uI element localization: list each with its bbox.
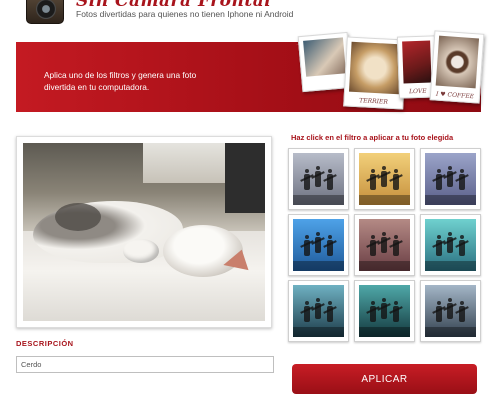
jumping-person-figure <box>458 301 465 323</box>
cat-body <box>33 201 183 263</box>
polaroid-photo: I ♥ COFFEE <box>429 30 485 104</box>
jumping-person-figure <box>392 235 399 257</box>
filter-thumbnail[interactable] <box>420 214 481 276</box>
photo-shelf <box>225 143 265 213</box>
jumping-person-figure <box>315 232 322 254</box>
jumping-person-figure <box>381 298 388 320</box>
jumping-person-figure <box>447 166 454 188</box>
jumping-person-figure <box>304 235 311 257</box>
jumping-person-figure <box>315 298 322 320</box>
jumping-person-figure <box>436 235 443 257</box>
jumping-person-figure <box>315 166 322 188</box>
jumping-person-figure <box>458 235 465 257</box>
jumping-person-figure <box>326 301 333 323</box>
polaroid-caption: I ♥ COFFEE <box>435 90 475 101</box>
jumping-person-figure <box>381 232 388 254</box>
description-label: DESCRIPCIÓN <box>16 339 74 348</box>
jumping-person-figure <box>326 169 333 191</box>
filter-ground <box>425 260 476 271</box>
filters-title: Haz click en el filtro a aplicar a tu fo… <box>291 133 454 142</box>
jumping-person-figure <box>304 169 311 191</box>
jumping-person-figure <box>370 301 377 323</box>
filter-ground <box>425 194 476 205</box>
jumping-person-figure <box>392 301 399 323</box>
jumping-person-figure <box>436 169 443 191</box>
polaroid-image <box>303 37 347 77</box>
filter-preview-image <box>293 219 344 271</box>
filter-preview-image <box>359 153 410 205</box>
filter-thumbnail[interactable] <box>420 148 481 210</box>
polaroid-image <box>435 35 480 89</box>
filter-preview-image <box>359 285 410 337</box>
filter-ground <box>359 194 410 205</box>
filter-preview-image <box>425 153 476 205</box>
site-tagline: Fotos divertidas para quienes no tienen … <box>76 9 294 19</box>
filter-ground <box>293 326 344 337</box>
filter-thumbnail[interactable] <box>288 148 349 210</box>
filter-thumbnail[interactable] <box>288 280 349 342</box>
apply-button[interactable]: APLICAR <box>292 364 477 394</box>
camera-lens <box>36 0 56 19</box>
jumping-person-figure <box>447 298 454 320</box>
filter-thumbnail[interactable] <box>420 280 481 342</box>
filter-ground <box>359 326 410 337</box>
jumping-person-figure <box>326 235 333 257</box>
filter-preview-image <box>425 219 476 271</box>
jumping-person-figure <box>458 169 465 191</box>
filter-thumbnail[interactable] <box>354 148 415 210</box>
filter-preview-image <box>425 285 476 337</box>
banner-text: Aplica uno de los filtros y genera una f… <box>44 70 197 92</box>
jumping-person-figure <box>370 235 377 257</box>
jumping-person-figure <box>392 169 399 191</box>
polaroid-caption: TERRIER <box>359 97 389 106</box>
cat-patch <box>55 203 101 231</box>
filter-ground <box>425 326 476 337</box>
selected-photo <box>23 143 265 321</box>
filter-thumbnail[interactable] <box>354 280 415 342</box>
filter-preview-image <box>293 285 344 337</box>
filter-thumbnail[interactable] <box>354 214 415 276</box>
filter-ground <box>293 194 344 205</box>
cat-paw <box>123 239 159 263</box>
description-input[interactable] <box>16 356 274 373</box>
filter-preview-image <box>293 153 344 205</box>
logo-camera-icon[interactable] <box>26 0 64 24</box>
selected-photo-frame <box>16 136 272 328</box>
filter-ground <box>293 260 344 271</box>
filter-ground <box>359 260 410 271</box>
jumping-person-figure <box>370 169 377 191</box>
polaroid-image <box>402 40 432 84</box>
filter-thumbnail[interactable] <box>288 214 349 276</box>
polaroid-image <box>348 41 402 95</box>
jumping-person-figure <box>381 166 388 188</box>
filter-preview-image <box>359 219 410 271</box>
jumping-person-figure <box>436 301 443 323</box>
jumping-person-figure <box>304 301 311 323</box>
filter-grid <box>288 148 481 344</box>
jumping-person-figure <box>447 232 454 254</box>
